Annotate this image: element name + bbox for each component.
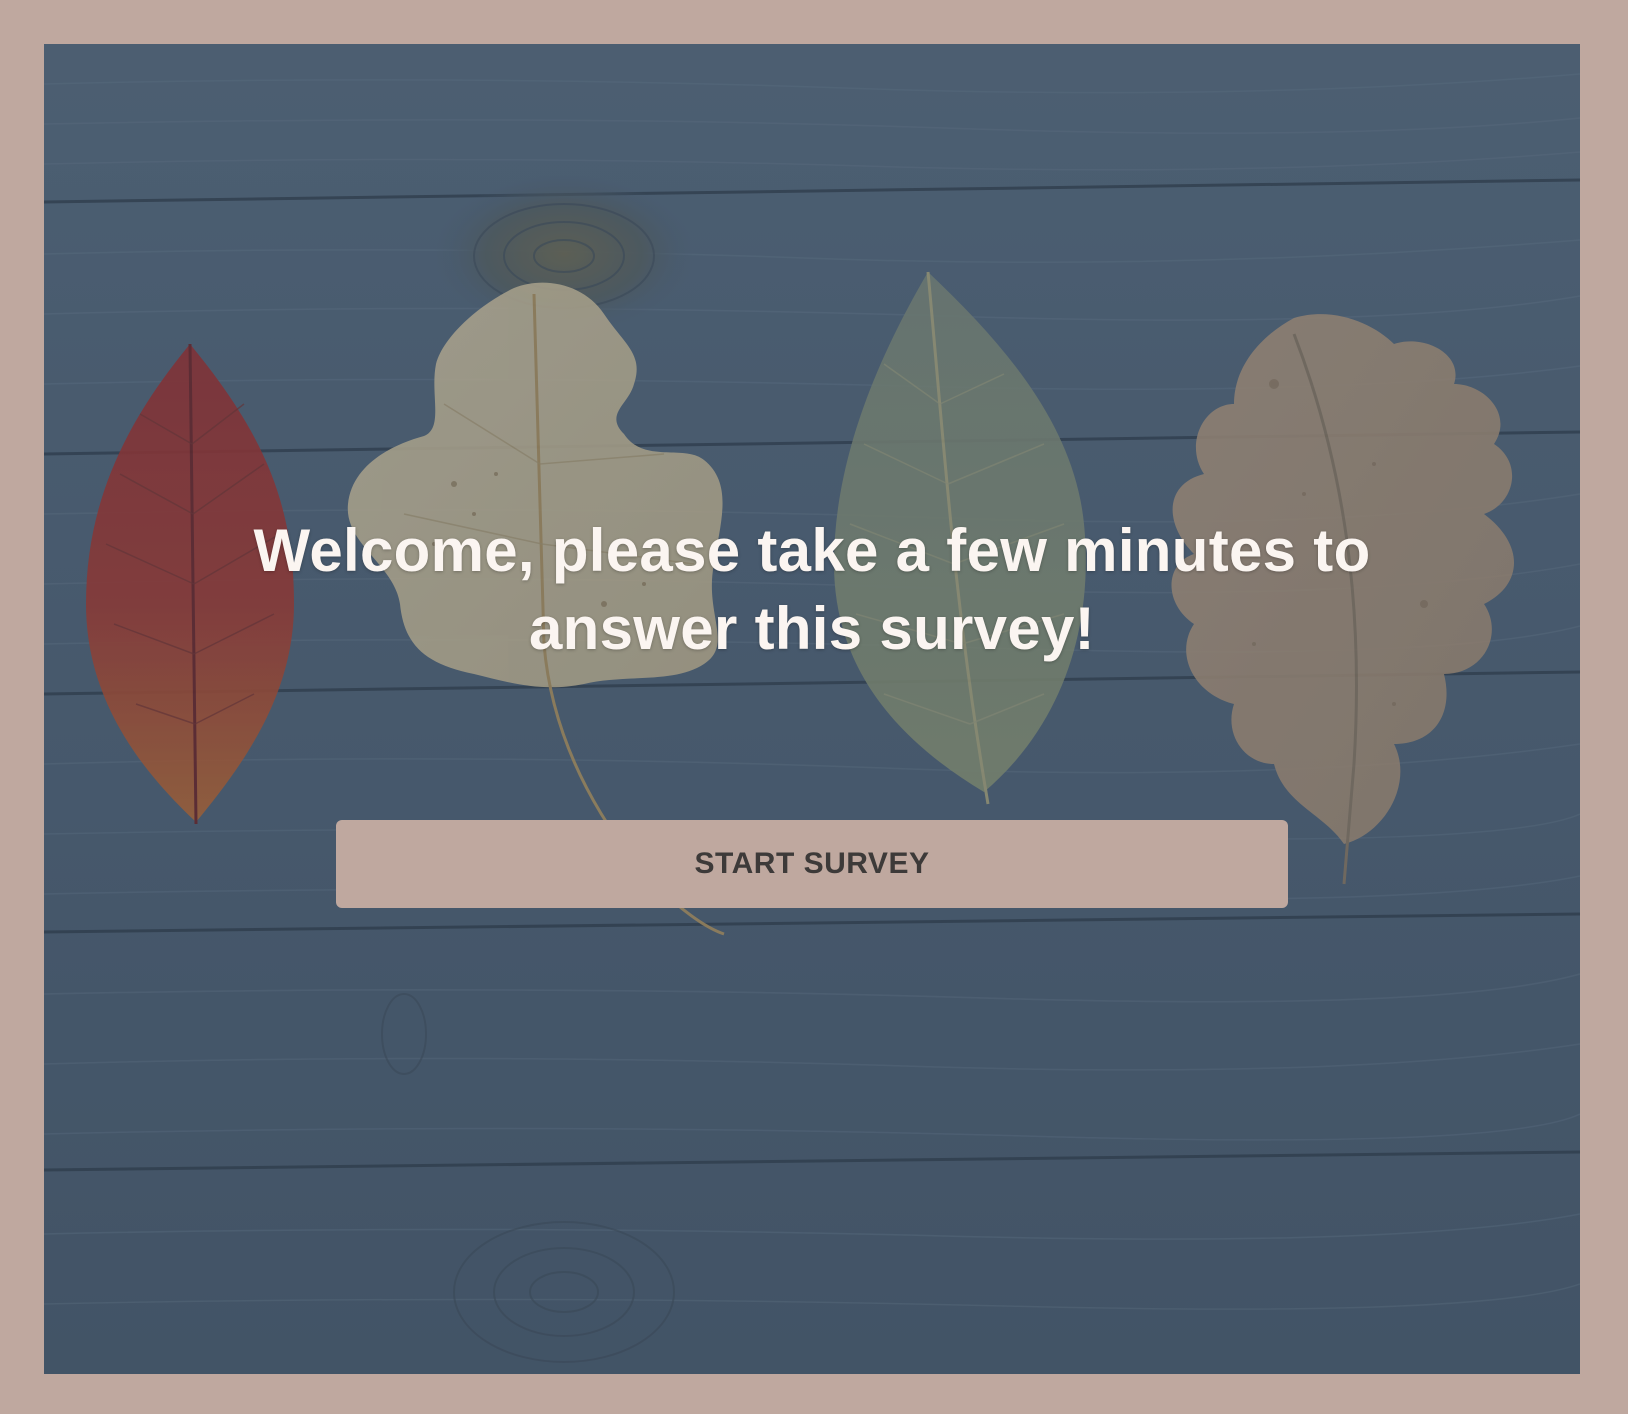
survey-welcome-panel: Welcome, please take a few minutes to an… [44, 44, 1580, 1374]
background-image [44, 44, 1580, 1374]
welcome-title: Welcome, please take a few minutes to an… [253, 517, 1371, 662]
start-survey-button[interactable]: START SURVEY [336, 820, 1288, 908]
tint-overlay [44, 44, 1580, 1374]
